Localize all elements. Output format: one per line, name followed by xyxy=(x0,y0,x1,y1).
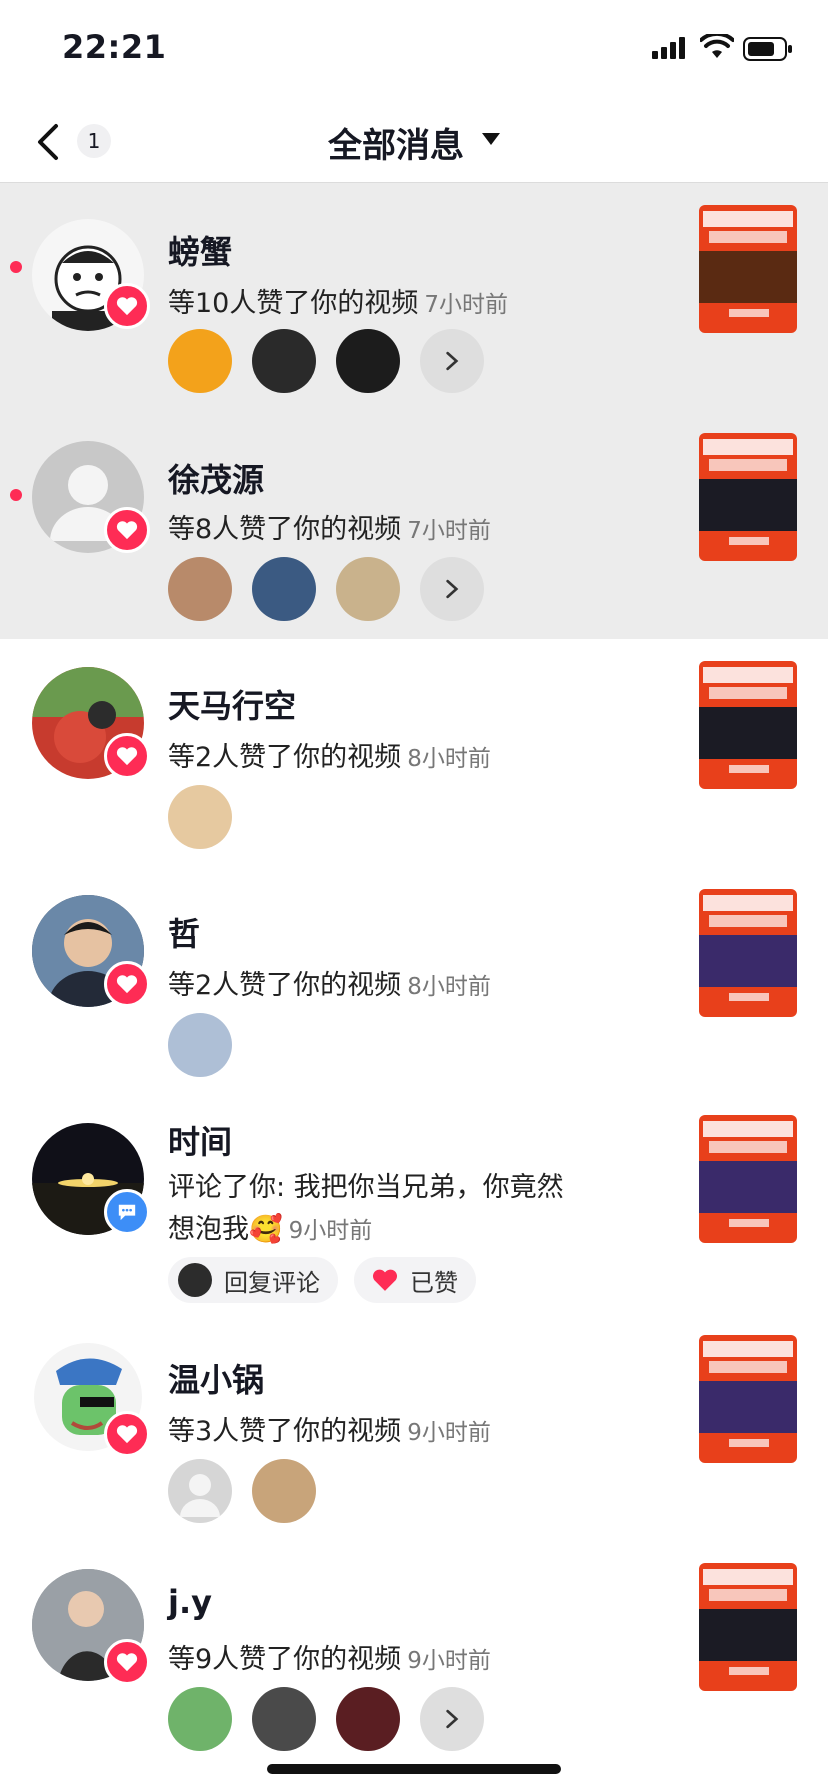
user-name[interactable]: 时间 xyxy=(168,1117,232,1163)
chevron-right-icon xyxy=(446,579,459,599)
timestamp: 9小时前 xyxy=(407,1648,491,1674)
liked-button[interactable]: 已赞 xyxy=(354,1257,476,1303)
video-thumbnail[interactable] xyxy=(699,1115,797,1243)
timestamp: 9小时前 xyxy=(407,1420,491,1446)
notification-item[interactable]: j.y 等9人赞了你的视频 9小时前 xyxy=(0,1563,828,1763)
unread-dot xyxy=(10,489,22,501)
chevron-right-icon xyxy=(446,1709,459,1729)
action-text: 等8人赞了你的视频 7小时前 xyxy=(168,507,491,546)
liker-avatar[interactable] xyxy=(168,785,232,849)
liker-avatar[interactable] xyxy=(168,557,232,621)
video-thumbnail[interactable] xyxy=(699,433,797,561)
liker-avatar[interactable] xyxy=(336,557,400,621)
user-name[interactable]: 徐茂源 xyxy=(168,455,264,501)
liker-avatar[interactable] xyxy=(252,1687,316,1751)
heart-icon xyxy=(104,733,150,779)
notification-item[interactable]: 温小锅 等3人赞了你的视频 9小时前 xyxy=(0,1335,828,1563)
action-label: 等2人赞了你的视频 xyxy=(168,970,402,1001)
liker-avatar[interactable] xyxy=(168,1013,232,1077)
action-label: 等3人赞了你的视频 xyxy=(168,1416,402,1447)
video-thumbnail[interactable] xyxy=(699,1335,797,1463)
back-icon[interactable] xyxy=(30,120,70,164)
notification-item[interactable]: 时间 评论了你: 我把你当兄弟，你竟然 想泡我🥰 9小时前 回复评论 已赞 xyxy=(0,1095,828,1335)
wifi-icon xyxy=(700,34,734,58)
reply-comment-label: 回复评论 xyxy=(224,1268,320,1297)
heart-icon xyxy=(104,283,150,329)
action-text: 等2人赞了你的视频 8小时前 xyxy=(168,735,491,774)
liker-avatar[interactable] xyxy=(252,329,316,393)
liker-avatars xyxy=(168,557,484,621)
action-text: 等3人赞了你的视频 9小时前 xyxy=(168,1409,491,1448)
heart-icon xyxy=(104,1639,150,1685)
liker-avatars xyxy=(168,1459,316,1523)
heart-icon xyxy=(104,507,150,553)
video-thumbnail[interactable] xyxy=(699,205,797,333)
timestamp: 9小时前 xyxy=(288,1218,373,1244)
unread-count-badge: 1 xyxy=(77,124,111,158)
more-likers-button[interactable] xyxy=(420,329,484,393)
comment-content: 想泡我🥰 xyxy=(168,1214,283,1245)
liker-avatars xyxy=(168,1013,232,1077)
liker-avatar[interactable] xyxy=(336,1687,400,1751)
more-likers-button[interactable] xyxy=(420,1687,484,1751)
user-name[interactable]: j.y xyxy=(168,1583,212,1621)
liker-avatar[interactable] xyxy=(168,329,232,393)
notification-item[interactable]: 螃蟹 等10人赞了你的视频 7小时前 xyxy=(0,183,828,411)
comment-icon xyxy=(104,1189,150,1235)
liker-avatar[interactable] xyxy=(168,1687,232,1751)
my-avatar xyxy=(178,1263,212,1297)
timestamp: 8小时前 xyxy=(407,746,491,772)
heart-filled-icon xyxy=(372,1269,398,1291)
video-thumbnail[interactable] xyxy=(699,661,797,789)
user-name[interactable]: 哲 xyxy=(168,909,200,955)
timestamp: 7小时前 xyxy=(424,292,508,318)
notification-item[interactable]: 哲 等2人赞了你的视频 8小时前 xyxy=(0,867,828,1095)
reply-comment-button[interactable]: 回复评论 xyxy=(168,1257,338,1303)
signal-icon xyxy=(652,37,685,59)
liker-avatar[interactable] xyxy=(252,1459,316,1523)
liker-avatar[interactable] xyxy=(336,329,400,393)
page-title[interactable]: 全部消息 xyxy=(328,118,464,167)
notification-item[interactable]: 徐茂源 等8人赞了你的视频 7小时前 xyxy=(0,411,828,639)
action-label: 等2人赞了你的视频 xyxy=(168,742,402,773)
user-name[interactable]: 螃蟹 xyxy=(168,227,232,273)
caret-down-icon[interactable] xyxy=(482,133,500,145)
liker-avatars xyxy=(168,1687,484,1751)
action-text: 等2人赞了你的视频 8小时前 xyxy=(168,963,491,1002)
action-label: 等9人赞了你的视频 xyxy=(168,1644,402,1675)
heart-icon xyxy=(104,961,150,1007)
comment-text: 评论了你: 我把你当兄弟，你竟然 想泡我🥰 9小时前 xyxy=(168,1167,598,1252)
action-text: 等10人赞了你的视频 7小时前 xyxy=(168,281,508,320)
action-label: 等10人赞了你的视频 xyxy=(168,288,419,319)
liker-avatars xyxy=(168,329,484,393)
video-thumbnail[interactable] xyxy=(699,889,797,1017)
video-thumbnail[interactable] xyxy=(699,1563,797,1691)
comment-line-1: 评论了你: 我把你当兄弟，你竟然 xyxy=(168,1172,564,1203)
chevron-right-icon xyxy=(446,351,459,371)
liker-avatars xyxy=(168,785,232,849)
battery-icon xyxy=(743,37,792,61)
user-name[interactable]: 天马行空 xyxy=(168,681,296,727)
home-indicator[interactable] xyxy=(267,1764,561,1774)
comment-line-2: 想泡我🥰 9小时前 xyxy=(168,1209,598,1252)
timestamp: 7小时前 xyxy=(407,518,491,544)
user-name[interactable]: 温小锅 xyxy=(168,1355,264,1401)
liker-avatar[interactable] xyxy=(168,1459,232,1523)
status-time: 22:21 xyxy=(62,28,167,66)
action-label: 等8人赞了你的视频 xyxy=(168,514,402,545)
liked-label: 已赞 xyxy=(410,1268,458,1297)
heart-icon xyxy=(104,1411,150,1457)
more-likers-button[interactable] xyxy=(420,557,484,621)
liker-avatar[interactable] xyxy=(252,557,316,621)
notification-item[interactable]: 天马行空 等2人赞了你的视频 8小时前 xyxy=(0,639,828,867)
unread-dot xyxy=(10,261,22,273)
action-text: 等9人赞了你的视频 9小时前 xyxy=(168,1637,491,1676)
timestamp: 8小时前 xyxy=(407,974,491,1000)
